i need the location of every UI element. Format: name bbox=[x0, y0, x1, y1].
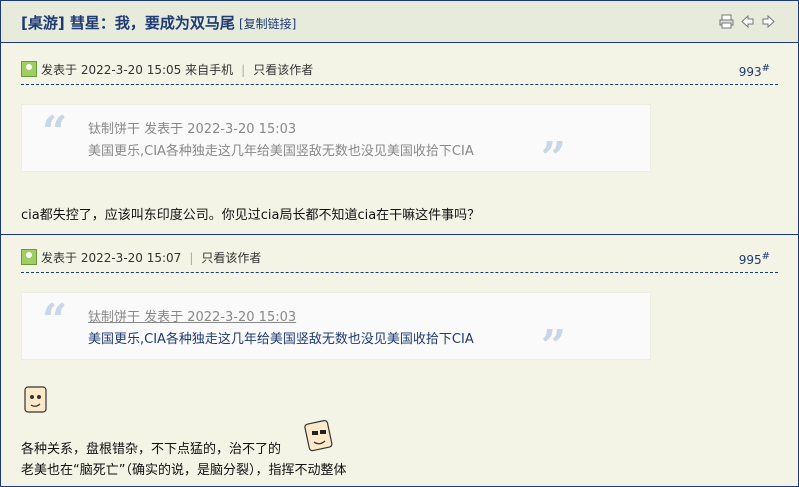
quote-text: 美国更乐,CIA各种独走这几年给美国竖敌无数也没见美国收拾下CIA bbox=[88, 144, 474, 159]
post-body: cia都失控了，应该叫东印度公司。你见过cia局长都不知道cia在干嘛这件事吗？ bbox=[21, 208, 481, 223]
post-header: 发表于 2022-3-20 15:07 | 只看该作者 995# bbox=[21, 247, 778, 269]
only-author-link[interactable]: 只看该作者 bbox=[253, 63, 313, 77]
copy-link[interactable]: [复制链接] bbox=[239, 17, 296, 31]
floor-mark: # bbox=[761, 63, 770, 74]
quote-block: “ 钛制饼干 发表于 2022-3-20 15:03 美国更乐,CIA各种独走这… bbox=[21, 104, 651, 181]
title-icons bbox=[719, 14, 776, 29]
close-quote-icon: ” bbox=[540, 133, 566, 184]
arrow-right-icon[interactable] bbox=[761, 14, 776, 29]
open-quote-icon: “ bbox=[42, 295, 68, 346]
post-body-line: 各种关系，盘根错杂，不下点猛的，治不了的 bbox=[21, 442, 282, 457]
close-quote-icon: ” bbox=[540, 321, 566, 372]
floor-value: 995 bbox=[738, 253, 762, 267]
post-body-line: 老美也在“脑死亡”（确实的说，是脑分裂），指挥不动整体 bbox=[21, 463, 347, 478]
quote-text: 美国更乐,CIA各种独走这几年给美国竖敌无数也没见美国收拾下CIA bbox=[88, 332, 474, 347]
thread-title-text: [桌游] 彗星：我，要成为双马尾 bbox=[21, 14, 235, 32]
thread-frame: [桌游] 彗星：我，要成为双马尾 [复制链接] 发表于 2022-3-20 15:… bbox=[0, 0, 799, 487]
post-time: 发表于 2022-3-20 15:05 来自手机 bbox=[41, 63, 234, 77]
user-icon bbox=[21, 249, 37, 265]
floor-number[interactable]: 995# bbox=[739, 251, 770, 267]
dashed-divider bbox=[21, 272, 778, 273]
post-meta: 发表于 2022-3-20 15:05 来自手机 | 只看该作者 bbox=[41, 63, 314, 77]
printer-icon[interactable] bbox=[719, 14, 734, 29]
floor-value: 993 bbox=[738, 65, 762, 79]
only-author-link[interactable]: 只看该作者 bbox=[201, 251, 261, 265]
thread-titlebar: [桌游] 彗星：我，要成为双马尾 [复制链接] bbox=[1, 1, 798, 43]
thread-title: [桌游] 彗星：我，要成为双马尾 [复制链接] bbox=[21, 12, 296, 33]
quote-author: 钛制饼干 发表于 2022-3-20 15:03 bbox=[88, 122, 297, 137]
quote-author-link[interactable]: 钛制饼干 发表于 2022-3-20 15:03 bbox=[88, 306, 296, 325]
emoticon-face-icon bbox=[23, 385, 49, 418]
user-icon bbox=[21, 61, 37, 77]
arrow-left-icon[interactable] bbox=[740, 14, 755, 29]
post-meta: 发表于 2022-3-20 15:07 | 只看该作者 bbox=[41, 251, 262, 265]
quote-block: “ 钛制饼干 发表于 2022-3-20 15:03 美国更乐,CIA各种独走这… bbox=[21, 292, 651, 369]
floor-number[interactable]: 993# bbox=[739, 63, 770, 79]
post-header: 发表于 2022-3-20 15:05 来自手机 | 只看该作者 993# bbox=[21, 59, 778, 81]
emoticon-sunglasses-icon bbox=[304, 419, 334, 455]
dashed-divider bbox=[21, 84, 778, 85]
open-quote-icon: “ bbox=[42, 107, 68, 158]
floor-mark: # bbox=[761, 251, 770, 262]
post-time: 发表于 2022-3-20 15:07 bbox=[41, 251, 182, 265]
post-divider bbox=[1, 234, 798, 235]
